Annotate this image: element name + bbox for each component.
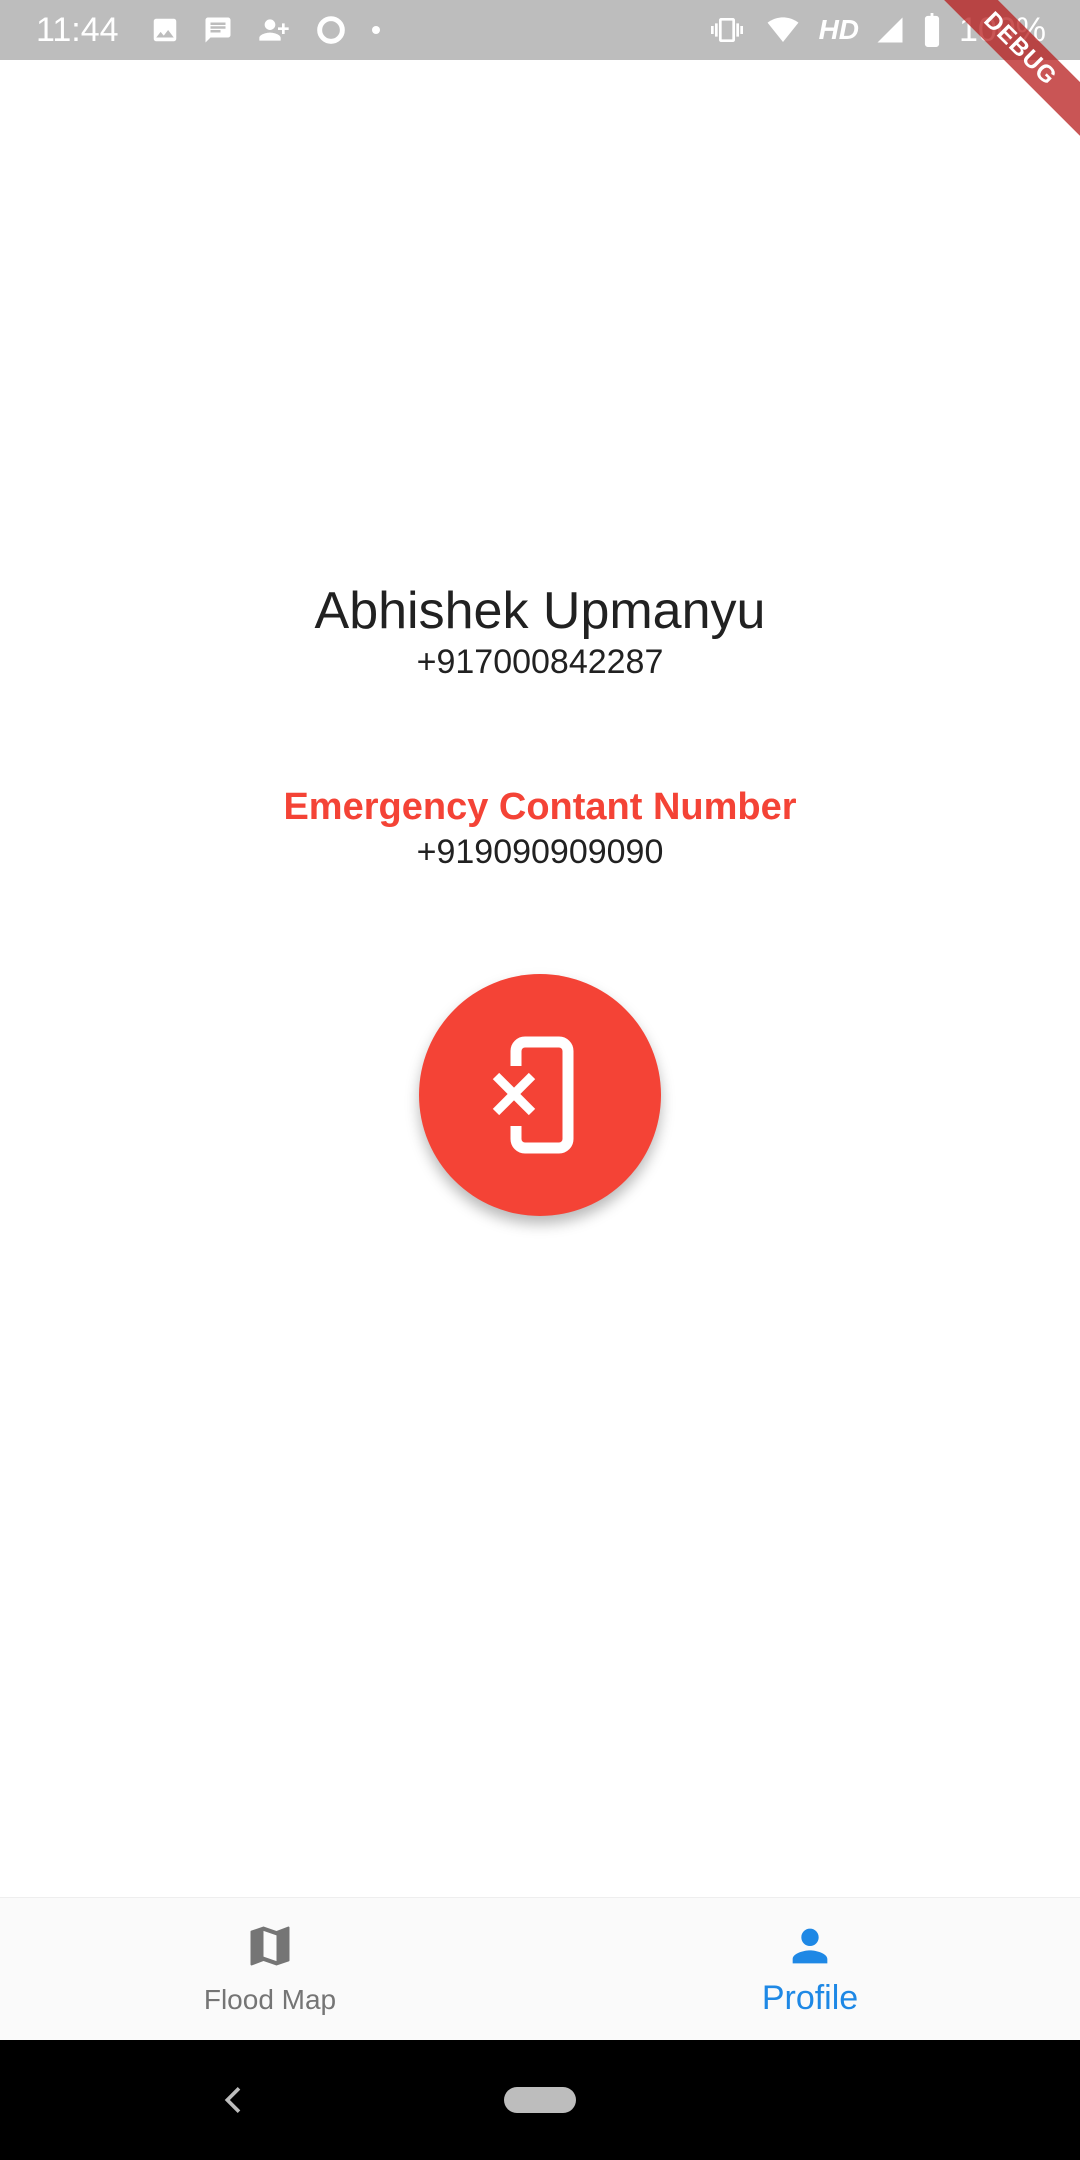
nav-item-flood-map[interactable]: Flood Map: [0, 1898, 540, 2041]
add-contact-icon: [259, 19, 289, 41]
status-time: 11:44: [36, 11, 119, 49]
system-navigation-bar: [0, 2040, 1080, 2160]
back-button[interactable]: [214, 2080, 254, 2120]
network-type-label: HD: [818, 14, 860, 45]
back-icon: [224, 2087, 241, 2113]
battery-icon: [924, 13, 940, 47]
status-bar: 11:44 HD 100%: [0, 0, 1080, 60]
person-icon: [792, 1928, 828, 1964]
profile-phone: +917000842287: [416, 643, 664, 681]
image-icon: [153, 18, 177, 42]
remove-device-button[interactable]: [419, 974, 661, 1216]
nav-item-profile[interactable]: Profile: [540, 1898, 1080, 2041]
vibrate-icon: [710, 18, 743, 42]
nav-label-flood-map: Flood Map: [203, 1984, 337, 2015]
wifi-icon: [767, 17, 799, 42]
circle-icon: [317, 16, 345, 44]
nav-label-profile: Profile: [761, 1979, 859, 2017]
map-icon: [250, 1926, 290, 1966]
profile-name: Abhishek Upmanyu: [314, 582, 766, 640]
emergency-contact-label: Emergency Contant Number: [283, 786, 797, 828]
bottom-navigation: Flood Map Profile: [0, 1897, 1080, 2041]
phone-remove-icon: [492, 1036, 574, 1154]
message-icon: [205, 17, 231, 43]
dot-icon: [372, 26, 380, 34]
status-notification-icons: [150, 12, 382, 48]
home-pill[interactable]: [504, 2087, 576, 2113]
emergency-contact-phone: +919090909090: [416, 833, 664, 871]
signal-icon: [877, 17, 903, 43]
